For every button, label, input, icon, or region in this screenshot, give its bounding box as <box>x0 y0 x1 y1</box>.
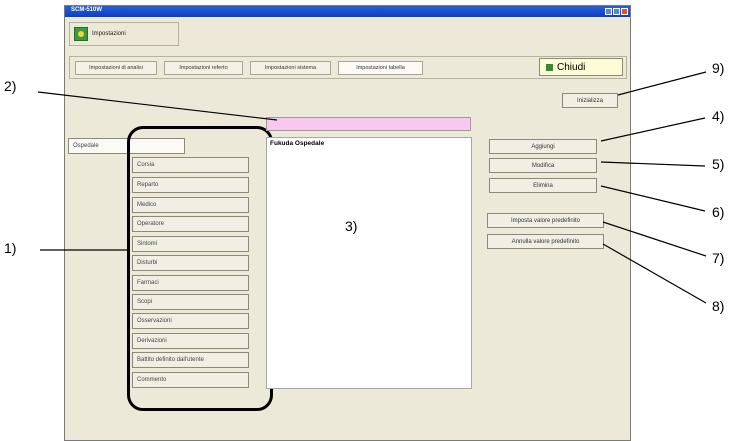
callout-7: 7) <box>712 250 725 266</box>
callout-8: 8) <box>712 298 725 314</box>
callout-lines <box>37 71 707 304</box>
callout-9: 9) <box>712 60 725 76</box>
callout-2: 2) <box>4 78 17 94</box>
callout-1: 1) <box>4 240 17 256</box>
callout-5: 5) <box>712 156 725 172</box>
callout-6: 6) <box>712 204 725 220</box>
callout-4: 4) <box>712 108 725 124</box>
